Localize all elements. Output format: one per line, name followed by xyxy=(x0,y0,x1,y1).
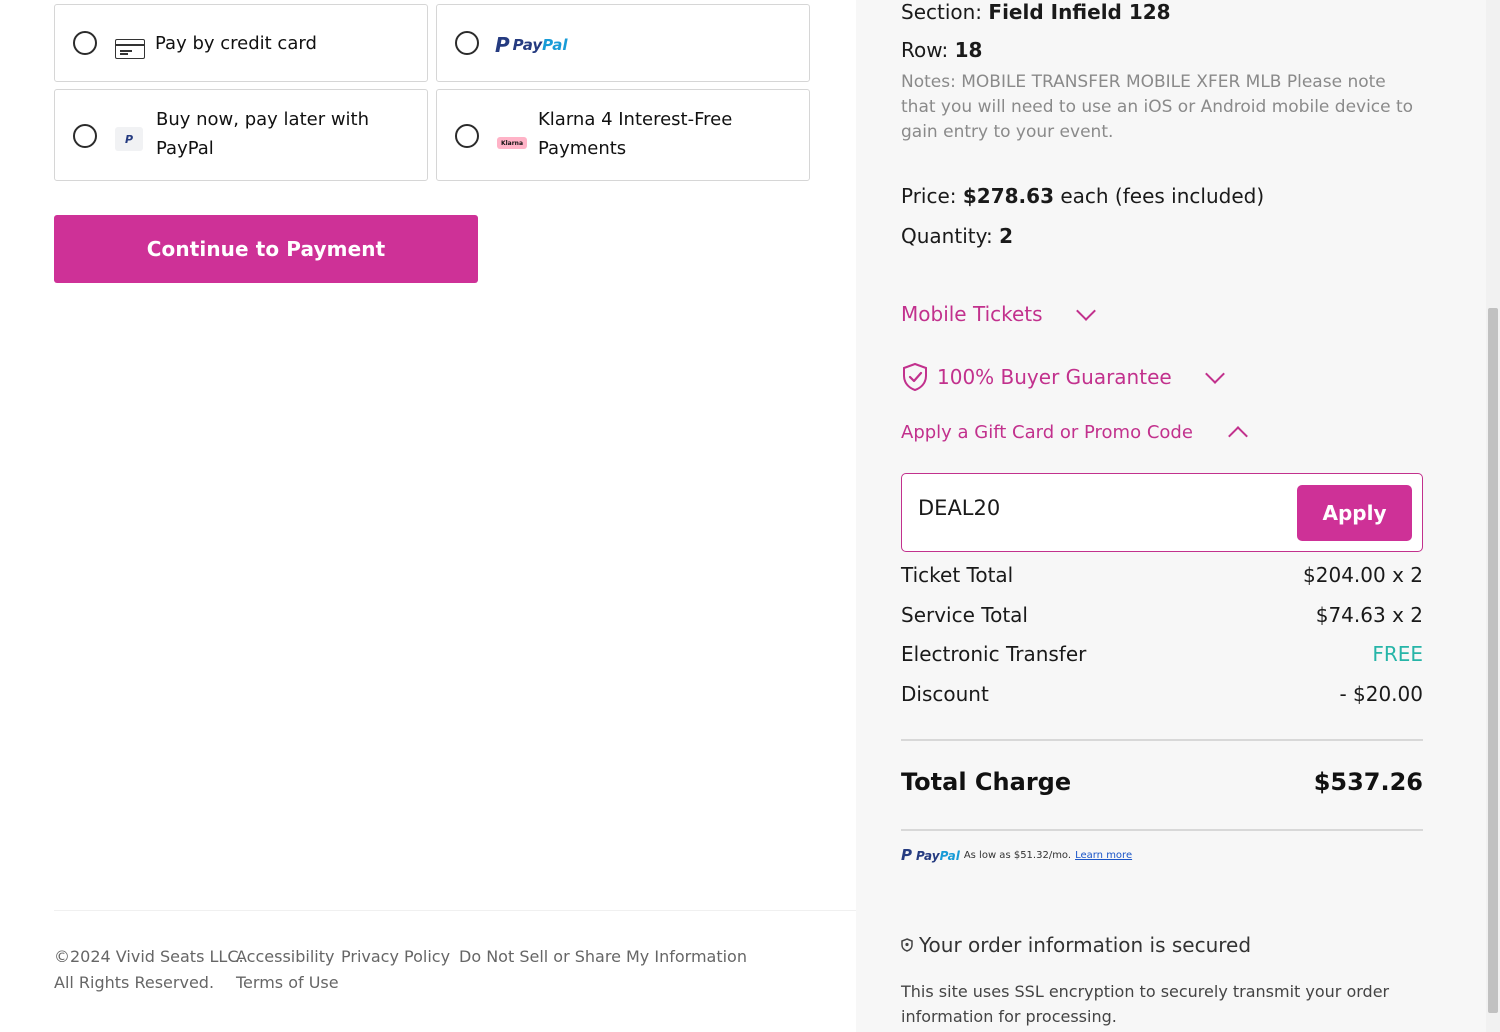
footer-link-accessibility[interactable]: Accessibility xyxy=(236,947,334,966)
radio-button[interactable] xyxy=(73,31,97,55)
quantity-line: Quantity: 2 xyxy=(901,224,1013,248)
learn-more-link[interactable]: Learn more xyxy=(1075,850,1132,861)
continue-to-payment-button[interactable]: Continue to Payment xyxy=(54,215,478,283)
payment-option-label: Klarna 4 Interest-Free Payments xyxy=(538,109,733,159)
chevron-up-icon xyxy=(1228,426,1248,446)
paypal-logo: P PayPal xyxy=(495,33,568,57)
row-line: Row: 18 xyxy=(901,38,983,62)
section-line: Section: Field Infield 128 xyxy=(901,0,1171,24)
payment-option-label: Buy now, pay later with PayPal xyxy=(156,109,370,159)
radio-button[interactable] xyxy=(455,124,479,148)
credit-card-icon xyxy=(115,39,145,59)
apply-button[interactable]: Apply xyxy=(1297,485,1412,541)
klarna-icon: Klarna xyxy=(497,137,527,149)
secured-heading: Your order information is secured xyxy=(901,933,1251,957)
footer-rights: All Rights Reserved. xyxy=(54,973,215,992)
promo-code-input[interactable] xyxy=(918,496,1278,520)
order-summary-panel: Section: Field Infield 128 Row: 18 Notes… xyxy=(856,0,1486,1032)
summary-row-electronic-transfer: Electronic Transfer FREE xyxy=(901,642,1423,666)
payment-option-klarna[interactable]: Klarna Klarna 4 Interest-Free Payments xyxy=(436,89,810,181)
payment-option-credit-card[interactable]: Pay by credit card xyxy=(54,4,428,82)
summary-row-discount: Discount - $20.00 xyxy=(901,682,1423,706)
footer-link-terms[interactable]: Terms of Use xyxy=(236,973,339,992)
total-divider xyxy=(901,829,1423,831)
summary-row-service-total: Service Total $74.63 x 2 xyxy=(901,603,1423,627)
paypal-credit-text: As low as $51.32/mo. xyxy=(963,850,1072,861)
paypal-credit-message: P PayPal As low as $51.32/mo. Learn more xyxy=(901,846,1133,864)
radio-button[interactable] xyxy=(73,124,97,148)
paypal-small-icon: P xyxy=(115,127,143,151)
total-charge-row: Total Charge $537.26 xyxy=(901,768,1423,796)
scrollbar-thumb[interactable] xyxy=(1488,308,1498,1013)
footer-copyright: ©2024 Vivid Seats LLC. xyxy=(54,947,244,966)
footer-divider xyxy=(54,910,856,911)
payment-column: Pay by credit card P PayPal P Buy now, pa… xyxy=(0,0,856,1032)
promo-code-toggle[interactable]: Apply a Gift Card or Promo Code xyxy=(901,421,1248,446)
payment-option-paypal-later[interactable]: P Buy now, pay later with PayPal xyxy=(54,89,428,181)
buyer-guarantee-toggle[interactable]: 100% Buyer Guarantee xyxy=(901,362,1225,392)
summary-divider xyxy=(901,739,1423,741)
paypal-logo: P xyxy=(901,846,912,864)
summary-row-ticket-total: Ticket Total $204.00 x 2 xyxy=(901,563,1423,587)
payment-option-paypal[interactable]: P PayPal xyxy=(436,4,810,82)
ticket-notes: Notes: MOBILE TRANSFER MOBILE XFER MLB P… xyxy=(901,72,1414,142)
radio-button[interactable] xyxy=(455,31,479,55)
lock-shield-icon xyxy=(901,938,913,952)
footer-link-do-not-sell[interactable]: Do Not Sell or Share My Information xyxy=(459,947,747,966)
promo-code-box: Apply xyxy=(901,473,1423,552)
payment-option-label: Pay by credit card xyxy=(155,33,317,54)
shield-check-icon xyxy=(903,362,927,392)
mobile-tickets-toggle[interactable]: Mobile Tickets xyxy=(901,301,1096,326)
secured-description: This site uses SSL encryption to securel… xyxy=(901,982,1390,1026)
chevron-down-icon xyxy=(1075,301,1096,321)
price-line: Price: $278.63 each (fees included) xyxy=(901,184,1265,208)
footer-link-privacy[interactable]: Privacy Policy xyxy=(341,947,450,966)
chevron-down-icon xyxy=(1204,364,1225,384)
